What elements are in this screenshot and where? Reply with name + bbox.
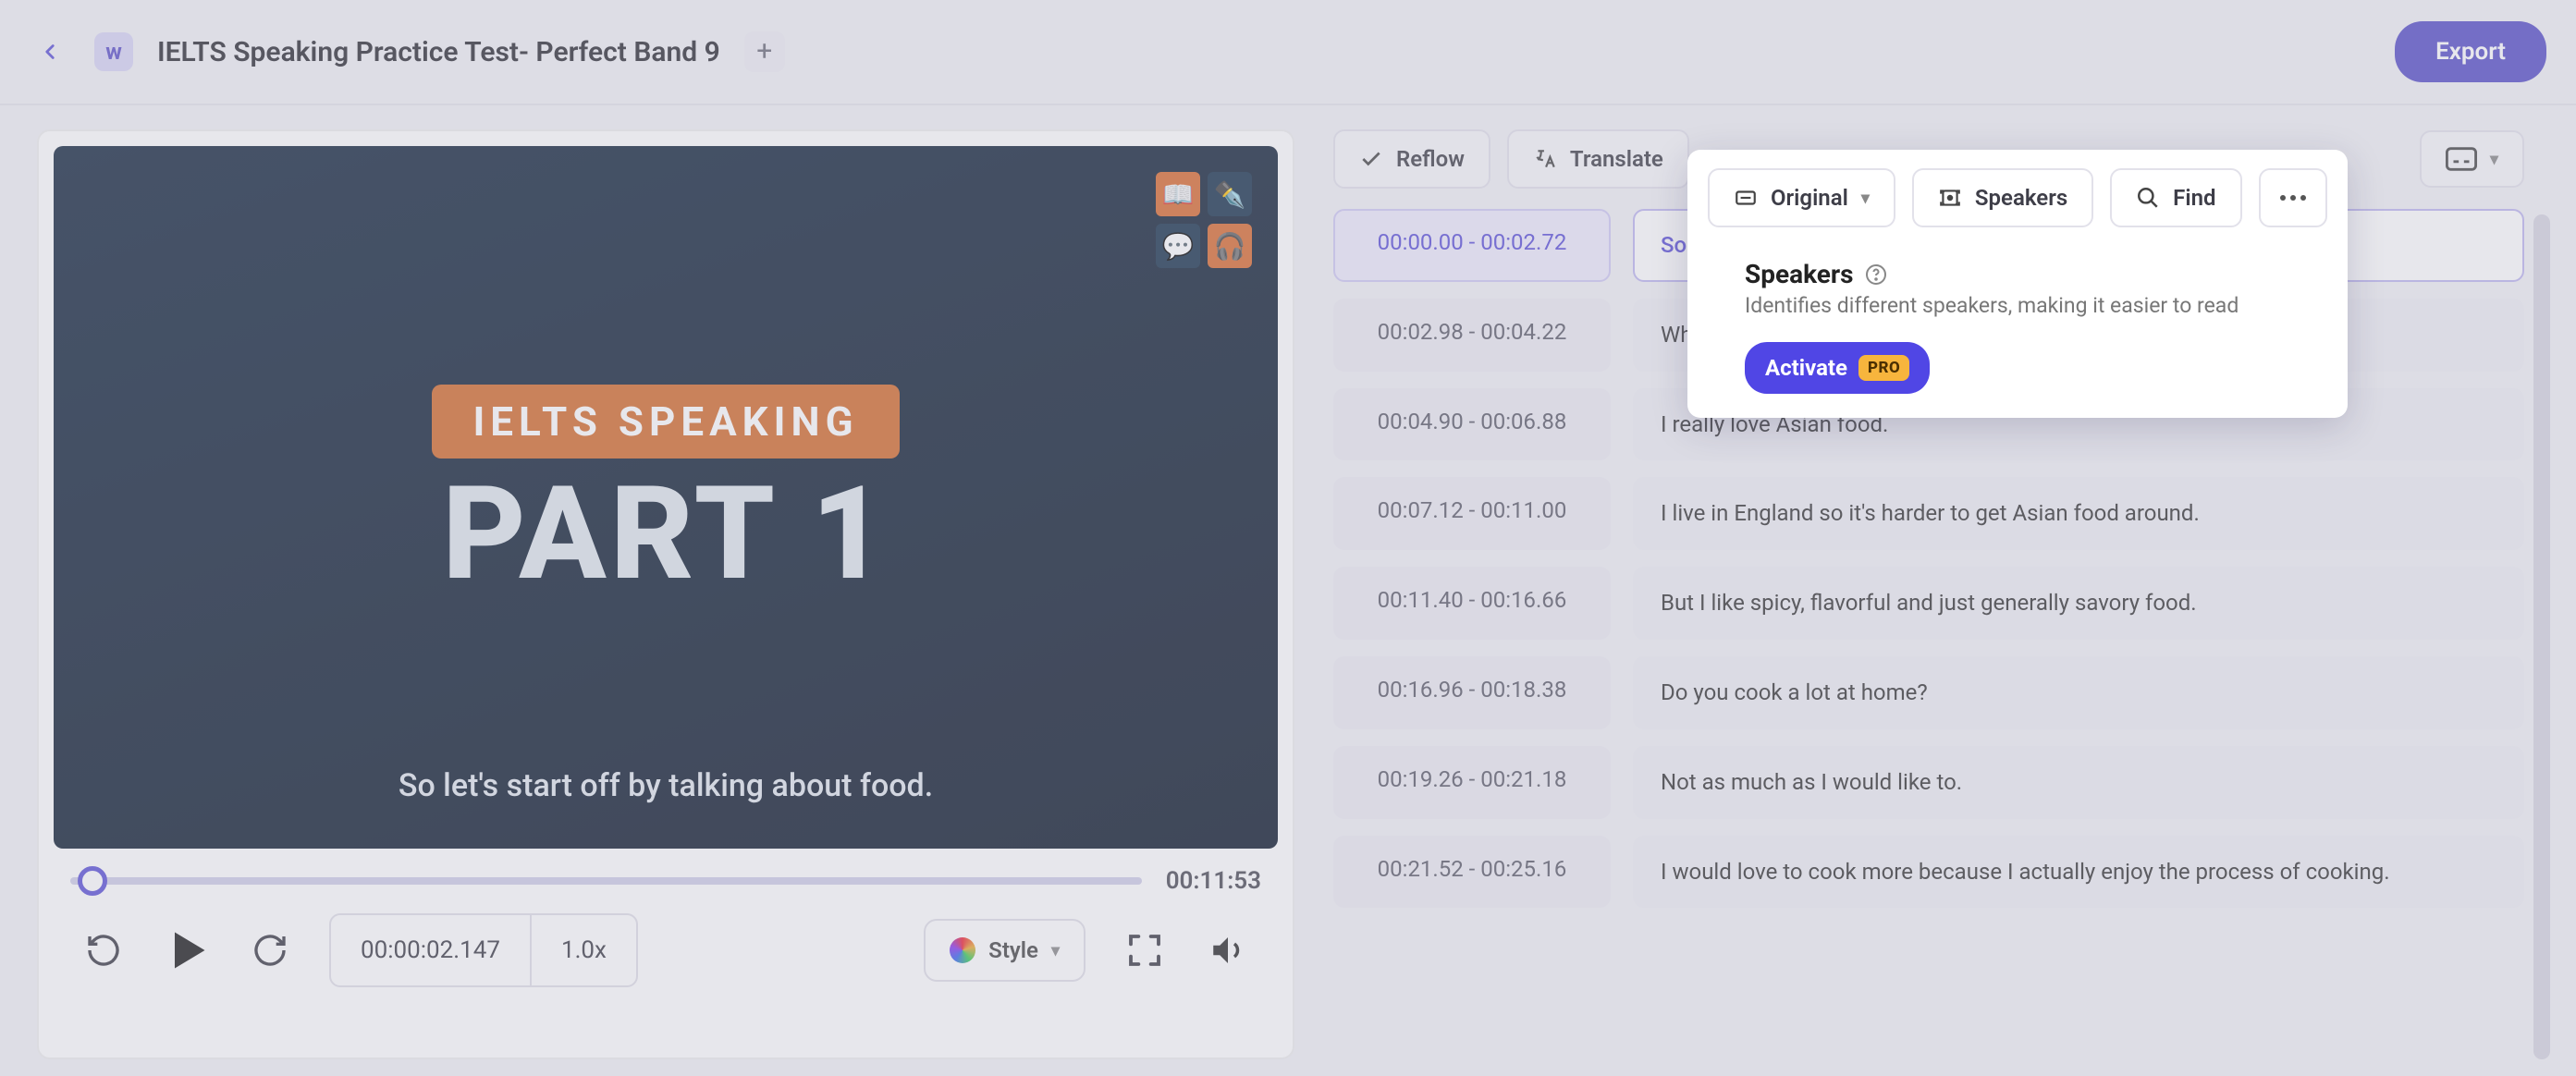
- check-icon: [1359, 147, 1383, 171]
- export-button[interactable]: Export: [2395, 21, 2546, 82]
- speakers-popover: Original ▾ Speakers Find Speakers Identi…: [1687, 150, 2348, 418]
- reflow-label: Reflow: [1396, 146, 1465, 172]
- transcript-timestamp[interactable]: 00:11.40 - 00:16.66: [1333, 567, 1611, 640]
- video-pane: 📖 ✒️ 💬 🎧 IELTS SPEAKING PART 1 So let's …: [37, 129, 1294, 1059]
- popover-subtitle: Identifies different speakers, making it…: [1708, 293, 2327, 318]
- popover-title: Speakers: [1745, 259, 1854, 289]
- current-time[interactable]: 00:00:02.147: [331, 936, 530, 964]
- transcript-timestamp[interactable]: 00:19.26 - 00:21.18: [1333, 746, 1611, 819]
- volume-icon: [1208, 931, 1247, 970]
- plus-icon: +: [756, 38, 772, 66]
- search-icon: [2136, 186, 2160, 210]
- volume-button[interactable]: [1204, 926, 1252, 974]
- back-button[interactable]: [30, 31, 70, 72]
- logo-glyph: w: [105, 39, 122, 65]
- subtitle-icon: [1734, 186, 1758, 210]
- speakers-button[interactable]: Speakers: [1912, 168, 2093, 227]
- style-label: Style: [988, 937, 1038, 963]
- video-player[interactable]: 📖 ✒️ 💬 🎧 IELTS SPEAKING PART 1 So let's …: [54, 146, 1278, 849]
- transcript-line[interactable]: 00:21.52 - 00:25.16 I would love to cook …: [1333, 836, 2524, 909]
- progress-knob[interactable]: [78, 866, 107, 896]
- book-icon: 📖: [1156, 172, 1200, 216]
- pen-icon: ✒️: [1208, 172, 1252, 216]
- forward-icon: [251, 932, 288, 969]
- playback-speed[interactable]: 1.0x: [530, 915, 636, 985]
- transcript-timestamp[interactable]: 00:00.00 - 00:02.72: [1333, 209, 1611, 282]
- project-title[interactable]: IELTS Speaking Practice Test- Perfect Ba…: [157, 36, 720, 68]
- more-button[interactable]: [2259, 168, 2327, 227]
- app-logo[interactable]: w: [94, 32, 133, 71]
- time-readout: 00:00:02.147 1.0x: [329, 913, 638, 987]
- original-label: Original: [1771, 185, 1848, 211]
- transcript-text[interactable]: Do you cook a lot at home?: [1633, 656, 2524, 729]
- chevron-down-icon: ▾: [2490, 150, 2498, 169]
- speech-icon: 💬: [1156, 224, 1200, 268]
- captions-button[interactable]: ▾: [2420, 130, 2524, 188]
- activate-label: Activate: [1765, 355, 1847, 381]
- transcript-timestamp[interactable]: 00:02.98 - 00:04.22: [1333, 299, 1611, 372]
- more-icon: [2279, 194, 2307, 202]
- transcript-scrollbar[interactable]: [2533, 214, 2550, 1059]
- transcript-line[interactable]: 00:19.26 - 00:21.18 Not as much as I woul…: [1333, 746, 2524, 819]
- controls-row: 00:00:02.147 1.0x Style ▾: [54, 913, 1278, 997]
- transcript-text[interactable]: I live in England so it's harder to get …: [1633, 477, 2524, 550]
- play-icon: [163, 926, 211, 974]
- chevron-down-icon: ▾: [1861, 189, 1870, 208]
- transcript-timestamp[interactable]: 00:16.96 - 00:18.38: [1333, 656, 1611, 729]
- video-corner-icons: 📖 ✒️ 💬 🎧: [1156, 172, 1252, 268]
- fullscreen-button[interactable]: [1121, 926, 1169, 974]
- rainbow-icon: [950, 937, 975, 963]
- play-button[interactable]: [163, 926, 211, 974]
- transcript-line[interactable]: 00:11.40 - 00:16.66 But I like spicy, fla…: [1333, 567, 2524, 640]
- original-dropdown[interactable]: Original ▾: [1708, 168, 1895, 227]
- transcript-timestamp[interactable]: 00:04.90 - 00:06.88: [1333, 388, 1611, 461]
- transcript-timestamp[interactable]: 00:21.52 - 00:25.16: [1333, 836, 1611, 909]
- speakers-label: Speakers: [1975, 185, 2067, 211]
- rewind-icon: [85, 932, 122, 969]
- find-button[interactable]: Find: [2110, 168, 2241, 227]
- pro-badge: PRO: [1858, 355, 1909, 381]
- popover-toolbar: Original ▾ Speakers Find: [1708, 168, 2327, 227]
- transcript-text[interactable]: I would love to cook more because I actu…: [1633, 836, 2524, 909]
- style-button[interactable]: Style ▾: [924, 919, 1086, 982]
- speakers-icon: [1938, 186, 1962, 210]
- help-icon[interactable]: [1865, 263, 1887, 286]
- transcript-line[interactable]: 00:07.12 - 00:11.00 I live in England so …: [1333, 477, 2524, 550]
- top-header: w IELTS Speaking Practice Test- Perfect …: [0, 0, 2576, 105]
- fullscreen-icon: [1126, 932, 1163, 969]
- video-duration: 00:11:53: [1166, 867, 1261, 895]
- progress-slider[interactable]: [70, 877, 1142, 885]
- translate-button[interactable]: Translate: [1507, 129, 1689, 189]
- transcript-text[interactable]: But I like spicy, flavorful and just gen…: [1633, 567, 2524, 640]
- chevron-down-icon: ▾: [1051, 941, 1060, 960]
- headphones-icon: 🎧: [1208, 224, 1252, 268]
- transcript-text[interactable]: Not as much as I would like to.: [1633, 746, 2524, 819]
- rewind-button[interactable]: [80, 926, 128, 974]
- video-part-title: PART 1: [442, 459, 889, 610]
- activate-button[interactable]: Activate PRO: [1745, 342, 1930, 394]
- chevron-left-icon: [38, 40, 62, 64]
- translate-label: Translate: [1570, 146, 1663, 172]
- transcript-line[interactable]: 00:16.96 - 00:18.38 Do you cook a lot at …: [1333, 656, 2524, 729]
- scrub-row: 00:11:53: [54, 867, 1278, 895]
- find-label: Find: [2173, 185, 2215, 211]
- add-section-button[interactable]: +: [744, 31, 785, 72]
- reflow-button[interactable]: Reflow: [1333, 129, 1490, 189]
- captions-icon: [2446, 147, 2477, 171]
- video-caption: So let's start off by talking about food…: [399, 767, 933, 804]
- transcript-timestamp[interactable]: 00:07.12 - 00:11.00: [1333, 477, 1611, 550]
- forward-button[interactable]: [246, 926, 294, 974]
- translate-icon: [1533, 147, 1557, 171]
- video-kicker: IELTS SPEAKING: [432, 385, 899, 459]
